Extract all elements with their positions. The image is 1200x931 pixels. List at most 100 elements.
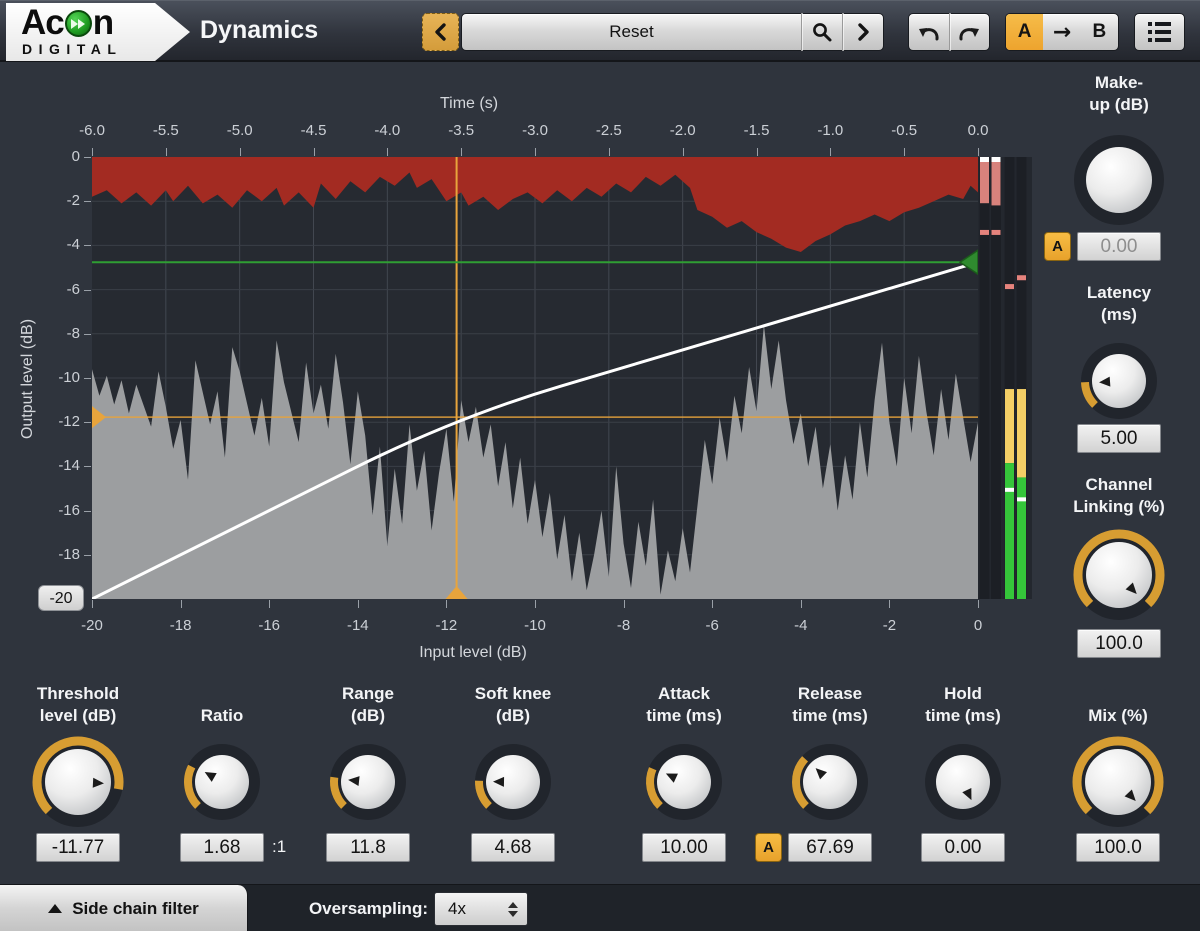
mix-knob-face[interactable]: [1085, 749, 1151, 815]
time-tick-label: -6.0: [79, 122, 105, 139]
hold-value[interactable]: 0.00: [921, 833, 1005, 862]
input-tick-mark: [801, 600, 802, 608]
output-meter-peak: [1005, 284, 1014, 289]
ab-b-button[interactable]: B: [1081, 13, 1118, 51]
latency-knob-face[interactable]: [1092, 354, 1146, 408]
makeup-automation-badge[interactable]: A: [1044, 232, 1071, 261]
input-tick-label: -16: [258, 617, 280, 634]
latency-value[interactable]: 5.00: [1077, 424, 1161, 453]
search-icon: [811, 21, 833, 43]
input-tick-mark: [92, 600, 93, 608]
gr-meter-bar: [980, 162, 989, 203]
time-tick-mark: [609, 148, 610, 156]
menu-button[interactable]: [1134, 13, 1185, 51]
spin-down-icon: [508, 911, 518, 917]
ab-a-button[interactable]: A: [1006, 13, 1043, 51]
time-tick-mark: [166, 148, 167, 156]
time-tick-label: -1.5: [744, 122, 770, 139]
range-knob[interactable]: [324, 738, 412, 826]
soft-knee-knob[interactable]: [469, 738, 557, 826]
side-chain-filter-toggle[interactable]: Side chain filter: [0, 885, 248, 931]
chevron-right-icon: [855, 22, 871, 42]
time-tick-mark: [757, 148, 758, 156]
redo-button[interactable]: [949, 13, 989, 51]
spinner-icon[interactable]: [503, 902, 527, 917]
ratio-value[interactable]: 1.68: [180, 833, 264, 862]
input-tick-label: -10: [524, 617, 546, 634]
input-tick-label: -14: [347, 617, 369, 634]
makeup-knob-face[interactable]: [1086, 147, 1152, 213]
preset-search-button[interactable]: [802, 13, 842, 51]
time-tick-mark: [683, 148, 684, 156]
ab-compare-group: A → B: [1005, 13, 1119, 51]
threshold-value[interactable]: -11.77: [36, 833, 120, 862]
input-tick-label: -12: [436, 617, 458, 634]
preset-next-button[interactable]: [843, 13, 883, 51]
channel-linking-label: ChannelLinking (%): [1039, 474, 1199, 518]
preset-previous-button[interactable]: [422, 13, 459, 51]
input-tick-label: -2: [883, 617, 896, 634]
channel-linking-knob[interactable]: [1067, 523, 1171, 627]
channel-linking-value[interactable]: 100.0: [1077, 629, 1161, 658]
output-tick-mark: [84, 555, 91, 556]
time-tick-mark: [830, 148, 831, 156]
release-knob-face[interactable]: [803, 755, 857, 809]
brand-sub: DIGITAL: [22, 41, 122, 57]
input-tick-label: -8: [617, 617, 630, 634]
level-meters: [978, 157, 1032, 599]
output-tick-label: -12: [30, 413, 80, 430]
oversampling-select[interactable]: 4x: [434, 892, 528, 926]
dynamics-plugin-window: Acn DIGITAL Dynamics Reset: [0, 0, 1200, 931]
mix-knob[interactable]: [1066, 730, 1170, 834]
side-chain-filter-label: Side chain filter: [72, 899, 199, 919]
undo-icon: [916, 20, 942, 44]
time-tick-label: -4.5: [301, 122, 327, 139]
output-range-badge[interactable]: -20: [38, 585, 84, 611]
input-tick-label: -18: [170, 617, 192, 634]
makeup-value[interactable]: 0.00: [1077, 232, 1161, 261]
output-tick-label: -8: [30, 325, 80, 342]
attack-knob-face[interactable]: [657, 755, 711, 809]
ratio-knob[interactable]: [178, 738, 266, 826]
release-knob[interactable]: [786, 738, 874, 826]
attack-value[interactable]: 10.00: [642, 833, 726, 862]
mix-value[interactable]: 100.0: [1076, 833, 1160, 862]
oversampling-label: Oversampling:: [300, 885, 428, 931]
output-tick-mark: [84, 245, 91, 246]
fast-forward-icon: [65, 10, 92, 37]
input-tick-mark: [624, 600, 625, 608]
threshold-knob[interactable]: [26, 730, 130, 834]
latency-label: Latency(ms): [1039, 282, 1199, 326]
transfer-curve-plot[interactable]: [92, 157, 978, 599]
release-value[interactable]: 67.69: [788, 833, 872, 862]
output-tick-label: -4: [30, 236, 80, 253]
input-tick-label: -20: [81, 617, 103, 634]
hold-knob[interactable]: [919, 738, 1007, 826]
menu-icon: [1148, 22, 1171, 26]
ab-copy-button[interactable]: →: [1043, 13, 1080, 51]
gr-meter-cap: [992, 157, 1001, 162]
range-value[interactable]: 11.8: [326, 833, 410, 862]
input-tick-mark: [358, 600, 359, 608]
latency-knob[interactable]: [1075, 337, 1163, 425]
time-tick-mark: [240, 148, 241, 156]
output-tick-mark: [84, 511, 91, 512]
release-automation-badge[interactable]: A: [755, 833, 782, 862]
output-meter-mark: [1017, 497, 1026, 501]
time-tick-mark: [461, 148, 462, 156]
input-tick-label: 0: [974, 617, 982, 634]
makeup-knob[interactable]: [1067, 128, 1171, 232]
hold-knob-face[interactable]: [936, 755, 990, 809]
ratio-knob-face[interactable]: [195, 755, 249, 809]
preset-name[interactable]: Reset: [462, 22, 801, 42]
output-tick-mark: [84, 466, 91, 467]
output-tick-label: -18: [30, 546, 80, 563]
output-tick-mark: [84, 290, 91, 291]
soft-knee-value[interactable]: 4.68: [471, 833, 555, 862]
undo-button[interactable]: [909, 13, 949, 51]
output-tick-label: -6: [30, 281, 80, 298]
attack-knob[interactable]: [640, 738, 728, 826]
output-tick-label: -16: [30, 502, 80, 519]
channel-linking-knob-face[interactable]: [1086, 542, 1152, 608]
range-knob-face[interactable]: [341, 755, 395, 809]
